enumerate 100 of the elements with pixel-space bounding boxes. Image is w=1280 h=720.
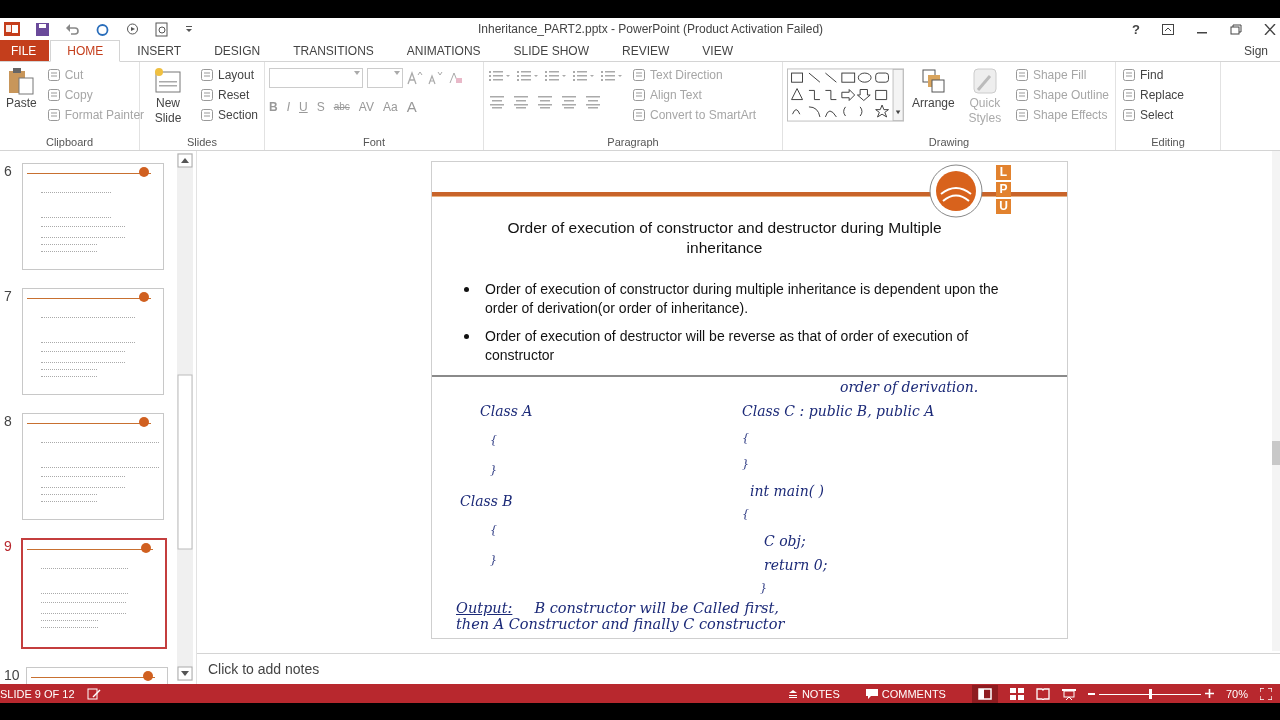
new-slide-icon bbox=[153, 66, 183, 96]
ribbon-button[interactable]: Section bbox=[197, 106, 260, 124]
ribbon-tab[interactable]: ANIMATIONS bbox=[390, 40, 497, 61]
ribbon-tab[interactable]: REVIEW bbox=[605, 40, 686, 61]
sign-in-link[interactable]: Sign bbox=[1243, 40, 1280, 61]
slide-number: 10 bbox=[4, 667, 20, 683]
group-label: Drawing bbox=[927, 136, 971, 150]
shapes-gallery[interactable] bbox=[787, 66, 904, 124]
notes-button[interactable]: NOTES bbox=[787, 687, 840, 700]
save-icon[interactable] bbox=[35, 21, 50, 37]
zoom-out-icon[interactable] bbox=[1087, 692, 1095, 695]
handwritten-line: } bbox=[489, 463, 498, 478]
ribbon-tab[interactable]: SLIDE SHOW bbox=[497, 40, 605, 61]
handwritten-line: int main( ) bbox=[749, 483, 826, 501]
window-title: Inheritance_PART2.pptx - PowerPoint (Product Activation Failed) bbox=[478, 22, 824, 36]
restore-icon[interactable] bbox=[1230, 23, 1242, 35]
slide-number: 9 bbox=[4, 538, 13, 554]
caret-icon bbox=[394, 71, 400, 75]
handwritten-line: C obj; bbox=[763, 533, 807, 551]
slide-canvas[interactable] bbox=[431, 161, 1068, 639]
ribbon-options-icon[interactable] bbox=[1162, 23, 1174, 35]
handwritten-line: { bbox=[489, 433, 498, 448]
slide-thumbnail[interactable] bbox=[22, 413, 164, 520]
handwritten-line: { bbox=[742, 431, 750, 446]
customize-icon[interactable] bbox=[185, 24, 193, 34]
ribbon-button[interactable]: Layout bbox=[197, 66, 260, 84]
handwritten-line: } bbox=[742, 457, 750, 472]
handwritten-line: Class A bbox=[480, 403, 534, 421]
ribbon-button[interactable]: Find bbox=[1120, 66, 1187, 84]
clipboard-icon bbox=[6, 66, 37, 96]
shrink-font-icon[interactable] bbox=[427, 71, 443, 85]
group-label: Paragraph bbox=[606, 136, 660, 150]
preview-icon[interactable] bbox=[155, 21, 170, 37]
bullet-icon bbox=[464, 287, 469, 292]
clear-format-icon[interactable] bbox=[447, 71, 463, 85]
university-seal-icon bbox=[929, 164, 983, 218]
bullet-text: Order of execution of constructor during multiple inheritance is dependent upon the order of derivation(or order of inheritance). bbox=[485, 280, 1000, 318]
slide-number: 8 bbox=[4, 413, 13, 429]
fit-slide-icon[interactable] bbox=[1260, 687, 1272, 700]
slide-thumbnail[interactable] bbox=[22, 288, 164, 395]
handwritten-line: { bbox=[489, 523, 498, 538]
ribbon-button[interactable]: Replace bbox=[1120, 86, 1187, 104]
refresh-icon[interactable] bbox=[95, 21, 110, 37]
notes-placeholder[interactable]: Click to add notes bbox=[208, 661, 320, 677]
list-format-icon[interactable] bbox=[572, 69, 596, 83]
ribbon-tab[interactable]: VIEW bbox=[686, 40, 749, 61]
ribbon-button[interactable]: Paste bbox=[4, 64, 39, 113]
slideshow-icon[interactable] bbox=[1061, 687, 1076, 700]
grow-font-icon[interactable] bbox=[407, 71, 423, 85]
logo-letter: L bbox=[996, 165, 1011, 180]
handwritten-line: B constructor will be Called first, bbox=[534, 600, 779, 616]
handwritten-line: { bbox=[742, 507, 750, 522]
bullet-icon bbox=[464, 334, 469, 339]
ribbon-tab[interactable]: DESIGN bbox=[198, 40, 277, 61]
ribbon-tab[interactable]: FILE bbox=[0, 40, 50, 61]
handwritten-line: then A Constructor and finally C constructor bbox=[456, 616, 786, 632]
zoom-slider[interactable] bbox=[1098, 687, 1201, 700]
slide-sorter-icon[interactable] bbox=[1009, 687, 1024, 700]
scrollbar[interactable] bbox=[1272, 151, 1280, 651]
help-button[interactable]: ? bbox=[1132, 21, 1140, 37]
ribbon-button[interactable]: New Slide bbox=[144, 64, 192, 128]
normal-view-icon[interactable] bbox=[971, 684, 998, 703]
group-label: Editing bbox=[1150, 136, 1186, 150]
slide-title: Order of execution of constructor and destructor during Multiple inheritance bbox=[506, 218, 943, 258]
comment-icon bbox=[865, 688, 878, 699]
handwritten-note: order of derivation. bbox=[840, 379, 979, 397]
group-label: Clipboard bbox=[44, 136, 95, 150]
handwritten-line: } bbox=[489, 553, 498, 568]
handwritten-line: return 0; bbox=[763, 557, 829, 575]
ribbon-button[interactable]: Arrange bbox=[910, 64, 957, 113]
notes-icon bbox=[787, 688, 798, 699]
presenter-icon[interactable] bbox=[125, 21, 140, 37]
logo-letter: U bbox=[996, 199, 1011, 214]
slide-number: 6 bbox=[4, 163, 13, 179]
zoom-in-icon[interactable] bbox=[1204, 689, 1214, 698]
ribbon-tab[interactable]: TRANSITIONS bbox=[277, 40, 390, 61]
group-label: Font bbox=[362, 136, 386, 150]
slide-number: 7 bbox=[4, 288, 13, 304]
slide-thumbnail[interactable] bbox=[21, 538, 167, 649]
bullet-text: Order of execution of destructor will be reverse as that of order of execution of constructor bbox=[485, 327, 970, 365]
scrollbar[interactable] bbox=[177, 153, 193, 681]
list-format-icon[interactable] bbox=[544, 69, 568, 83]
list-format-icon[interactable] bbox=[600, 69, 624, 83]
handwritten-line: } bbox=[759, 581, 768, 595]
ribbon-tab[interactable]: HOME bbox=[50, 40, 121, 62]
slide-thumbnail[interactable] bbox=[22, 163, 164, 270]
spelling-icon[interactable] bbox=[86, 687, 101, 700]
handwritten-label: Output: bbox=[456, 600, 513, 616]
ribbon-button[interactable]: Select bbox=[1120, 106, 1187, 124]
list-format-icon[interactable] bbox=[488, 69, 512, 83]
caret-icon bbox=[354, 71, 360, 75]
ribbon-tab[interactable]: INSERT bbox=[121, 40, 198, 61]
ribbon-button[interactable]: Reset bbox=[197, 86, 260, 104]
comments-button[interactable]: COMMENTS bbox=[865, 687, 946, 700]
list-format-icon[interactable] bbox=[516, 69, 540, 83]
close-icon[interactable] bbox=[1264, 23, 1276, 35]
reading-view-icon[interactable] bbox=[1035, 687, 1050, 700]
handwritten-line: Class B bbox=[460, 493, 514, 511]
handwritten-line: Class C : public B, public A bbox=[742, 403, 935, 421]
zoom-level[interactable]: 70% bbox=[1225, 687, 1248, 700]
